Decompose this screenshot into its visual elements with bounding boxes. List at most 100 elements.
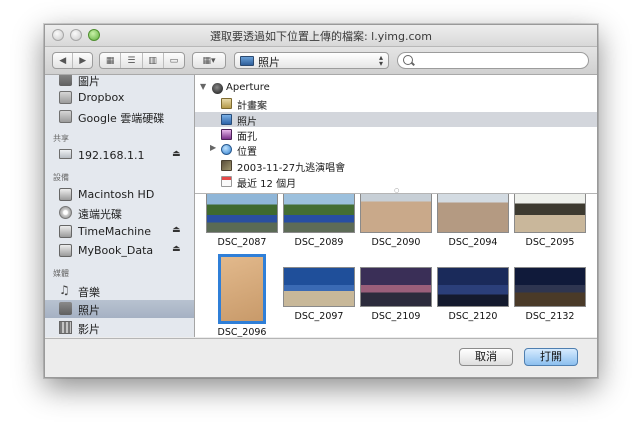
forward-arrow-icon[interactable]: ▶ — [73, 53, 92, 68]
sidebar-item-mybook-data[interactable]: MyBook_Data ⏏ — [45, 242, 194, 260]
aperture-icon — [212, 83, 223, 94]
sidebar: 圖片 Dropbox Google 雲端硬碟 共享 192.168.1.1 ⏏ … — [45, 75, 195, 337]
browser-item-places[interactable]: ▶ 位置 — [195, 142, 597, 158]
sidebar-item-label: Macintosh HD — [78, 188, 155, 201]
camera-icon — [59, 75, 72, 86]
disclosure-closed-icon[interactable]: ▶ — [210, 143, 216, 152]
sidebar-item-music[interactable]: ♫ 音樂 — [45, 282, 194, 300]
browser-item-label: 面孔 — [237, 132, 257, 143]
location-popup[interactable]: 照片 ▴ ▾ — [234, 52, 389, 69]
photo-image — [514, 194, 586, 233]
browser-item-aperture[interactable]: ▼ Aperture — [195, 81, 597, 96]
photo-caption: DSC_2087 — [217, 237, 267, 248]
photo-caption: DSC_2095 — [525, 237, 575, 248]
sidebar-item-movies[interactable]: 影片 — [45, 319, 194, 337]
faces-icon — [221, 129, 232, 140]
sidebar-heading-shared: 共享 — [53, 134, 69, 143]
sidebar-item-pictures[interactable]: 圖片 — [45, 75, 194, 89]
sidebar-item-label: Google 雲端硬碟 — [78, 112, 165, 125]
cancel-button[interactable]: 取消 — [459, 348, 513, 366]
browser-item-label: 照片 — [237, 117, 257, 128]
search-field[interactable] — [397, 52, 589, 69]
photos-icon — [221, 114, 232, 125]
cd-icon — [59, 206, 72, 219]
browser-item-event[interactable]: 2003-11-27九逃演唱會 — [195, 158, 597, 174]
photo-caption: DSC_2109 — [371, 311, 421, 322]
photo-image — [360, 194, 432, 233]
sidebar-item-remote-disc[interactable]: 遠端光碟 — [45, 204, 194, 222]
view-mode-control: ▦ ☰ ▥ ▭ — [99, 52, 185, 69]
photo-caption: DSC_2132 — [525, 311, 575, 322]
browser-item-label: Aperture — [226, 82, 270, 93]
sidebar-heading-media: 媒體 — [53, 269, 69, 278]
photo-image — [283, 194, 355, 233]
photo-caption: DSC_2089 — [294, 237, 344, 248]
browser-item-photos[interactable]: 照片 — [195, 112, 597, 128]
sidebar-item-google-drive[interactable]: Google 雲端硬碟 — [45, 108, 194, 126]
calendar-icon — [221, 176, 232, 187]
photo-grid: DSC_2087 DSC_2089 DSC_2090 DSC_2094 DSC_… — [195, 194, 597, 337]
disk-icon — [59, 244, 72, 257]
sidebar-item-label: 圖片 — [78, 75, 100, 88]
icon-view-icon[interactable]: ▦ — [100, 53, 122, 68]
sidebar-item-shared-server[interactable]: 192.168.1.1 ⏏ — [45, 147, 194, 165]
monitor-icon — [59, 149, 72, 159]
back-arrow-icon[interactable]: ◀ — [53, 53, 74, 68]
browser-item-label: 2003-11-27九逃演唱會 — [237, 163, 346, 174]
eject-icon[interactable]: ⏏ — [172, 225, 181, 235]
sidebar-item-label: 遠端光碟 — [78, 208, 122, 221]
splitter-handle[interactable]: ○ — [394, 187, 399, 194]
eject-icon[interactable]: ⏏ — [172, 149, 181, 159]
sidebar-item-label: Dropbox — [78, 91, 125, 104]
list-view-icon[interactable]: ☰ — [121, 53, 143, 68]
disk-icon — [59, 188, 72, 201]
sidebar-heading-devices: 設備 — [53, 173, 69, 182]
browser-item-projects[interactable]: 計畫案 — [195, 96, 597, 112]
photo-caption: DSC_2090 — [371, 237, 421, 248]
photo-caption: DSC_2094 — [448, 237, 498, 248]
title-bar: 選取要透過如下位置上傳的檔案: l.yimg.com — [45, 25, 597, 47]
photo-image — [283, 267, 355, 307]
browser-item-label: 最近 12 個月 — [237, 179, 297, 190]
coverflow-view-icon[interactable]: ▭ — [164, 53, 184, 68]
photo-image — [360, 267, 432, 307]
sidebar-item-photos[interactable]: 照片 — [45, 300, 194, 318]
photo-image — [206, 194, 278, 233]
column-view-icon[interactable]: ▥ — [143, 53, 164, 68]
eject-icon[interactable]: ⏏ — [172, 244, 181, 254]
sidebar-item-label: TimeMachine — [78, 225, 151, 238]
sidebar-item-macintosh-hd[interactable]: Macintosh HD — [45, 186, 194, 204]
sidebar-item-dropbox[interactable]: Dropbox — [45, 89, 194, 107]
sidebar-item-label: 影片 — [78, 323, 100, 336]
sidebar-item-label: 音樂 — [78, 286, 100, 299]
film-icon — [59, 321, 72, 334]
camera-icon — [59, 302, 72, 315]
search-icon — [403, 55, 413, 65]
photo-caption: DSC_2120 — [448, 311, 498, 322]
event-icon — [221, 160, 232, 171]
browser-item-label: 位置 — [237, 147, 257, 158]
window-title: 選取要透過如下位置上傳的檔案: l.yimg.com — [209, 30, 432, 43]
file-open-dialog: 選取要透過如下位置上傳的檔案: l.yimg.com ◀ ▶ ▦ ☰ ▥ ▭ ▦… — [44, 24, 598, 378]
music-icon: ♫ — [59, 283, 70, 297]
browser-item-faces[interactable]: 面孔 — [195, 127, 597, 143]
location-label: 照片 — [258, 56, 280, 69]
photos-library-icon — [240, 56, 254, 66]
sidebar-item-timemachine[interactable]: TimeMachine ⏏ — [45, 223, 194, 241]
project-icon — [221, 98, 232, 109]
open-button[interactable]: 打開 — [524, 348, 578, 366]
disclosure-open-icon[interactable]: ▼ — [200, 82, 206, 91]
sidebar-item-label: 照片 — [78, 304, 100, 317]
photo-image — [514, 267, 586, 307]
arrange-menu[interactable]: ▦▾ — [192, 52, 226, 69]
folder-icon — [59, 91, 72, 104]
sidebar-item-label: 192.168.1.1 — [78, 149, 145, 162]
sidebar-item-label: MyBook_Data — [78, 244, 154, 257]
photo-caption: DSC_2097 — [294, 311, 344, 322]
toolbar: ◀ ▶ ▦ ☰ ▥ ▭ ▦▾ 照片 ▴ ▾ — [45, 47, 597, 75]
photo-image — [437, 194, 509, 233]
dialog-button-bar: 取消 打開 — [45, 338, 597, 377]
popup-arrows-icon: ▴ ▾ — [378, 53, 383, 68]
globe-icon — [221, 144, 232, 155]
folder-icon — [59, 110, 72, 123]
